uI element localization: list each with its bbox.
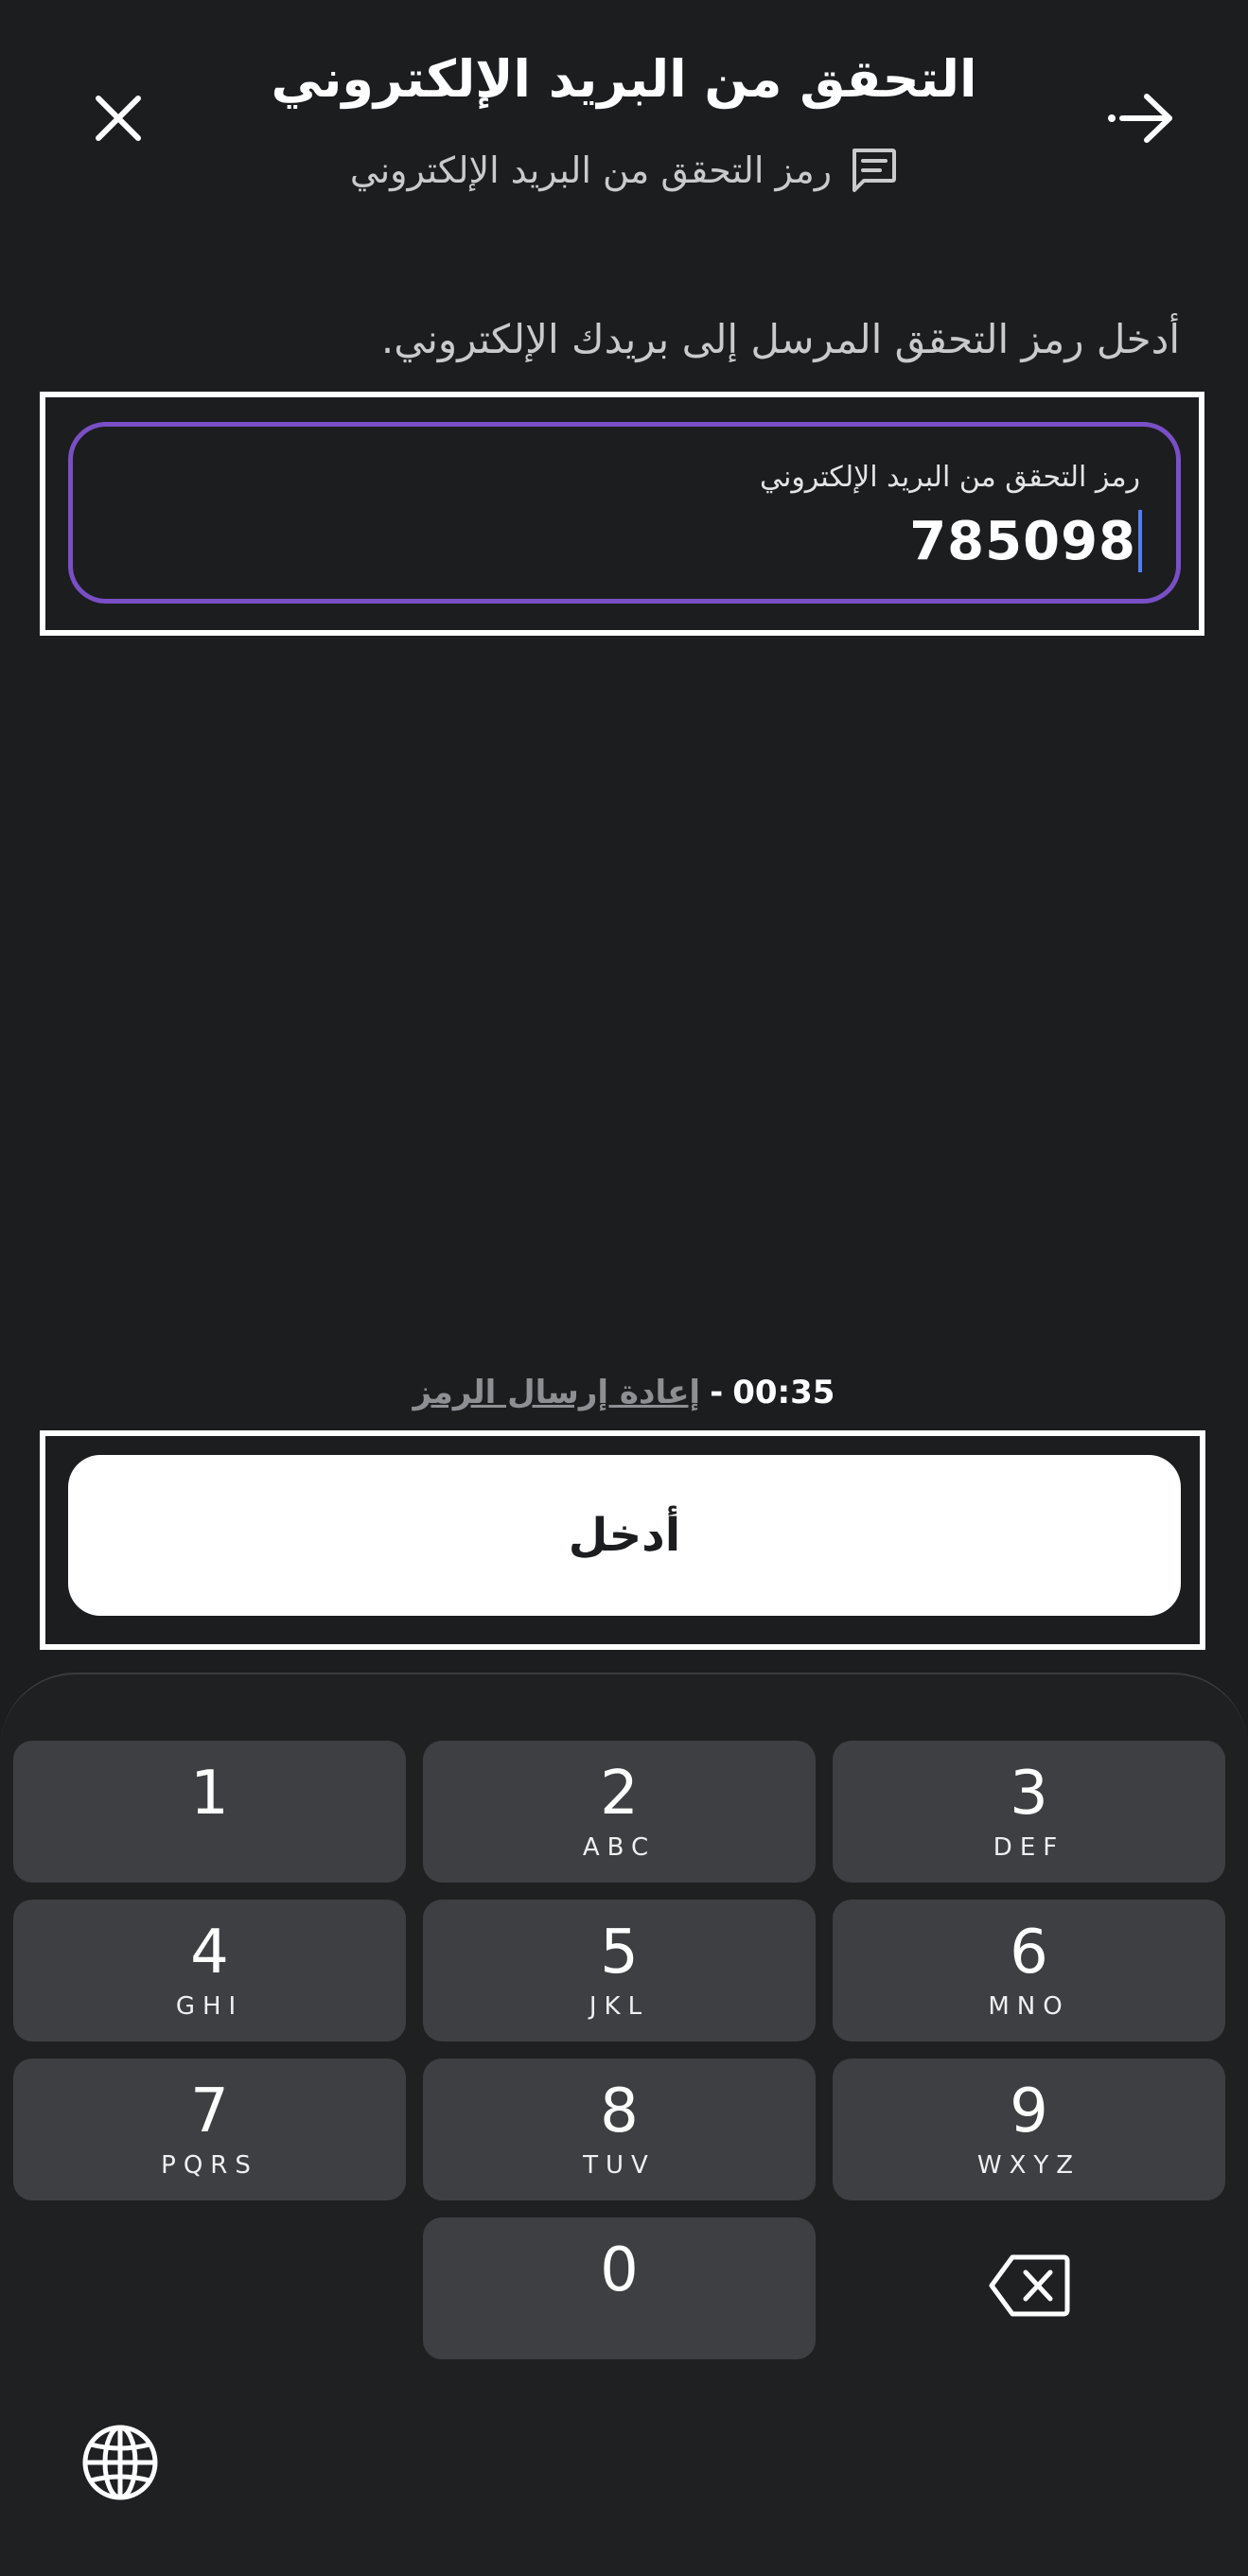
key-letters: TUV <box>583 2150 656 2180</box>
key-digit: 7 <box>190 2077 229 2147</box>
close-icon <box>96 96 141 141</box>
message-icon <box>853 149 897 192</box>
key-4[interactable]: 4 GHI <box>13 1900 406 2042</box>
resend-row: إعادة إرسال الرمز - 00:35 <box>0 1366 1248 1419</box>
key-letters: WXYZ <box>976 2150 1081 2180</box>
key-6[interactable]: 6 MNO <box>833 1900 1225 2042</box>
code-value: 785098 <box>909 510 1136 572</box>
subtitle-text: رمز التحقق من البريد الإلكتروني <box>349 149 833 191</box>
back-button[interactable] <box>1107 85 1179 151</box>
countdown-timer: 00:35 <box>732 1374 835 1411</box>
key-digit: 5 <box>600 1918 639 1988</box>
key-3[interactable]: 3 DEF <box>833 1741 1225 1883</box>
language-switch-button[interactable] <box>81 2424 159 2501</box>
arrow-right-icon <box>1108 94 1172 143</box>
separator: - <box>710 1374 724 1411</box>
key-letters: GHI <box>175 1991 244 2021</box>
verification-code-field[interactable]: رمز التحقق من البريد الإلكتروني 785098 <box>68 422 1181 604</box>
key-digit: 6 <box>1010 1918 1048 1988</box>
key-5[interactable]: 5 JKL <box>423 1900 816 2042</box>
key-1[interactable]: 1 <box>13 1741 406 1883</box>
resend-code-link[interactable]: إعادة إرسال الرمز <box>413 1374 701 1411</box>
key-letters: PQRS <box>161 2150 258 2180</box>
instruction-text: أدخل رمز التحقق المرسل إلى بريدك الإلكتر… <box>380 316 1180 362</box>
field-value-wrapper: 785098 <box>909 510 1142 572</box>
backspace-button[interactable] <box>988 2252 1071 2320</box>
key-2[interactable]: 2 ABC <box>423 1741 816 1883</box>
key-digit: 0 <box>600 2235 639 2305</box>
page-subtitle: رمز التحقق من البريد الإلكتروني <box>189 142 1059 199</box>
key-letters: ABC <box>582 1832 657 1862</box>
text-caret <box>1138 510 1142 572</box>
field-label: رمز التحقق من البريد الإلكتروني <box>759 461 1140 494</box>
key-digit: 4 <box>190 1918 229 1988</box>
globe-icon <box>82 2425 158 2500</box>
key-letters: MNO <box>988 1991 1070 2021</box>
key-digit: 9 <box>1010 2077 1048 2147</box>
key-digit: 3 <box>1010 1759 1048 1829</box>
key-7[interactable]: 7 PQRS <box>13 2059 406 2200</box>
email-verification-screen: التحقق من البريد الإلكتروني رمز التحقق م… <box>0 0 1248 2576</box>
enter-button[interactable]: أدخل <box>68 1455 1181 1616</box>
backspace-icon <box>989 2254 1070 2317</box>
key-0[interactable]: 0 <box>423 2217 816 2359</box>
key-digit: 1 <box>190 1759 229 1829</box>
key-digit: 8 <box>600 2077 639 2147</box>
key-9[interactable]: 9 WXYZ <box>833 2059 1225 2200</box>
key-letters: JKL <box>589 1991 650 2021</box>
key-letters: DEF <box>993 1832 1065 1862</box>
key-8[interactable]: 8 TUV <box>423 2059 816 2200</box>
page-title: التحقق من البريد الإلكتروني <box>271 49 977 109</box>
close-button[interactable] <box>87 87 149 149</box>
key-digit: 2 <box>600 1759 639 1829</box>
